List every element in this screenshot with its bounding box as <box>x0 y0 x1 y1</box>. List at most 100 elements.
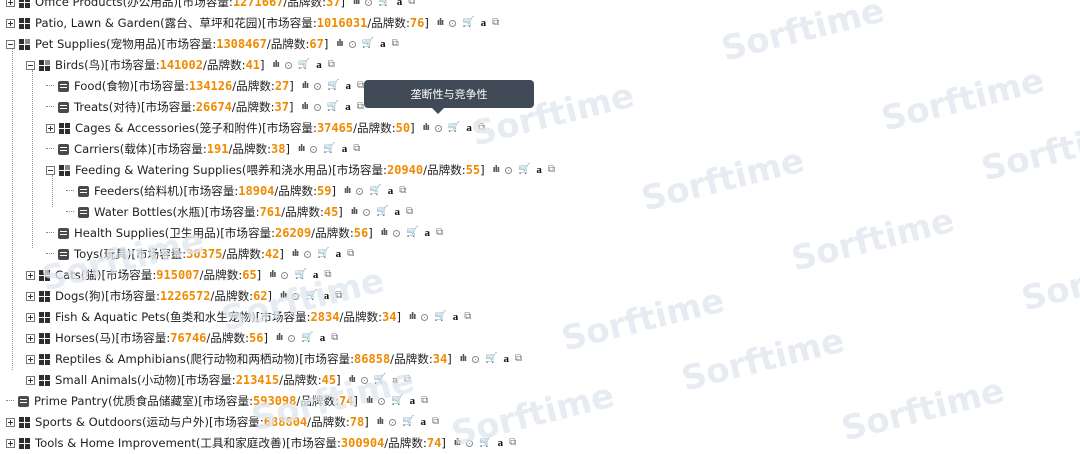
expand-toggle-icon[interactable] <box>46 123 55 133</box>
amazon-icon[interactable]: a <box>346 81 352 92</box>
tree-row[interactable]: Birds(鸟) [市场容量: 141002/品牌数: 41] ılı 🛒 a ⧉ <box>26 55 335 75</box>
expand-toggle-icon[interactable] <box>26 354 35 364</box>
radar-icon[interactable] <box>313 103 321 111</box>
tree-row[interactable]: Feeders(给料机) [市场容量: 18904/品牌数: 59] ılı 🛒 a ⧉ <box>66 181 406 201</box>
category-name[interactable]: Prime Pantry(优质食品储藏室) <box>34 391 198 411</box>
copy-icon[interactable]: ⧉ <box>509 438 516 448</box>
bar-chart-icon[interactable]: ılı <box>298 144 305 154</box>
copy-icon[interactable]: ⧉ <box>492 18 499 28</box>
copy-icon[interactable]: ⧉ <box>324 270 331 280</box>
expand-toggle-icon[interactable] <box>6 18 15 28</box>
bar-chart-icon[interactable]: ılı <box>366 396 373 406</box>
tree-row[interactable]: Carriers(载体) [市场容量: 191/品牌数: 38] ılı 🛒 a ⧉ <box>46 139 360 159</box>
bar-chart-icon[interactable]: ılı <box>301 102 308 112</box>
radar-icon[interactable] <box>389 418 396 426</box>
bar-chart-icon[interactable]: ılı <box>344 186 351 196</box>
bar-chart-icon[interactable]: ılı <box>423 123 430 133</box>
tree-row[interactable]: Treats(对待) [市场容量: 26674/品牌数: 37] ılı 🛒 a ⧉ <box>46 97 364 117</box>
tree-row[interactable]: Food(食物) [市场容量: 134126/品牌数: 27] ılı 🛒 a ⧉ <box>46 76 364 96</box>
copy-icon[interactable]: ⧉ <box>464 312 471 322</box>
radar-icon[interactable] <box>466 439 474 447</box>
radar-icon[interactable] <box>292 292 300 300</box>
cart-icon[interactable]: 🛒 <box>462 18 474 28</box>
copy-icon[interactable]: ⧉ <box>357 102 364 112</box>
cart-icon[interactable]: 🛒 <box>376 207 388 217</box>
category-name[interactable]: Toys(玩具) <box>74 244 131 264</box>
amazon-icon[interactable]: a <box>453 312 459 323</box>
cart-icon[interactable]: 🛒 <box>369 186 381 196</box>
category-name[interactable]: Reptiles & Amphibians(爬行动物和两栖动物) <box>55 349 299 369</box>
bar-chart-icon[interactable]: ılı <box>437 18 444 28</box>
cart-icon[interactable]: 🛒 <box>298 60 310 70</box>
expand-toggle-icon[interactable] <box>26 291 35 301</box>
bar-chart-icon[interactable]: ılı <box>377 417 384 427</box>
bar-chart-icon[interactable]: ılı <box>351 207 358 217</box>
expand-toggle-icon[interactable] <box>26 312 35 322</box>
cart-icon[interactable]: 🛒 <box>448 123 460 133</box>
amazon-icon[interactable]: a <box>345 102 351 113</box>
tree-row[interactable]: Tools & Home Improvement(工具和家庭改善) [市场容量:… <box>6 433 516 453</box>
cart-icon[interactable]: 🛒 <box>485 354 497 364</box>
radar-icon[interactable] <box>360 376 368 384</box>
radar-icon[interactable] <box>288 334 296 342</box>
expand-toggle-icon[interactable] <box>26 270 35 280</box>
radar-icon[interactable] <box>348 40 356 48</box>
radar-icon[interactable] <box>356 187 364 195</box>
tree-row[interactable]: Dogs(狗) [市场容量: 1226572/品牌数: 62] ılı 🛒 a ⧉ <box>26 286 342 306</box>
cart-icon[interactable]: 🛒 <box>434 312 446 322</box>
radar-icon[interactable] <box>472 355 480 363</box>
bar-chart-icon[interactable]: ılı <box>292 249 299 259</box>
copy-icon[interactable]: ⧉ <box>404 375 411 385</box>
radar-icon[interactable] <box>314 82 322 90</box>
copy-icon[interactable]: ⧉ <box>515 354 522 364</box>
tree-row[interactable]: Sports & Outdoors(运动与户外) [市场容量: 688804/品牌… <box>6 412 439 432</box>
cart-icon[interactable]: 🛒 <box>323 144 335 154</box>
tree-row[interactable]: Water Bottles(水瓶) [市场容量: 761/品牌数: 45] ılı 🛒 a… <box>66 202 413 222</box>
copy-icon[interactable]: ⧉ <box>421 396 428 406</box>
tree-row[interactable]: Office Products(办公用品) [市场容量: 1271667/品牌数:… <box>6 0 415 12</box>
cart-icon[interactable]: 🛒 <box>362 39 374 49</box>
copy-icon[interactable]: ⧉ <box>399 186 406 196</box>
amazon-icon[interactable]: a <box>395 207 401 218</box>
amazon-icon[interactable]: a <box>503 354 509 365</box>
category-name[interactable]: Treats(对待) <box>74 97 141 117</box>
amazon-icon[interactable]: a <box>320 333 326 344</box>
copy-icon[interactable]: ⧉ <box>392 39 399 49</box>
category-name[interactable]: Fish & Aquatic Pets(鱼类和水生宠物) <box>55 307 256 327</box>
bar-chart-icon[interactable]: ılı <box>280 291 287 301</box>
category-name[interactable]: Food(食物) <box>74 76 134 96</box>
amazon-icon[interactable]: a <box>536 165 542 176</box>
copy-icon[interactable]: ⧉ <box>436 228 443 238</box>
amazon-icon[interactable]: a <box>397 0 403 8</box>
category-name[interactable]: Feeding & Watering Supplies(喂养和浇水用品) <box>75 160 332 180</box>
bar-chart-icon[interactable]: ılı <box>353 0 360 7</box>
cart-icon[interactable]: 🛒 <box>402 417 414 427</box>
cart-icon[interactable]: 🛒 <box>301 333 313 343</box>
bar-chart-icon[interactable]: ılı <box>409 312 416 322</box>
category-name[interactable]: Office Products(办公用品) <box>35 0 178 12</box>
cart-icon[interactable]: 🛒 <box>294 270 306 280</box>
bar-chart-icon[interactable]: ılı <box>381 228 388 238</box>
tree-row[interactable]: Fish & Aquatic Pets(鱼类和水生宠物) [市场容量: 2834/… <box>26 307 471 327</box>
category-name[interactable]: Water Bottles(水瓶) <box>94 202 205 222</box>
copy-icon[interactable]: ⧉ <box>353 144 360 154</box>
cart-icon[interactable]: 🛒 <box>374 375 386 385</box>
copy-icon[interactable]: ⧉ <box>328 60 335 70</box>
expand-toggle-icon[interactable] <box>6 0 15 7</box>
copy-icon[interactable]: ⧉ <box>331 333 338 343</box>
copy-icon[interactable]: ⧉ <box>335 291 342 301</box>
tree-row[interactable]: Feeding & Watering Supplies(喂养和浇水用品) [市场… <box>46 160 555 180</box>
amazon-icon[interactable]: a <box>424 228 430 239</box>
category-name[interactable]: Birds(鸟) <box>55 55 105 75</box>
tree-row[interactable]: Cats(猫) [市场容量: 915007/品牌数: 65] ılı 🛒 a ⧉ <box>26 265 332 285</box>
amazon-icon[interactable]: a <box>342 144 348 155</box>
tree-row[interactable]: Health Supplies(卫生用品) [市场容量: 26209/品牌数: 56… <box>46 223 443 243</box>
expand-toggle-icon[interactable] <box>26 333 35 343</box>
copy-icon[interactable]: ⧉ <box>406 207 413 217</box>
category-name[interactable]: Sports & Outdoors(运动与户外) <box>35 412 209 432</box>
bar-chart-icon[interactable]: ılı <box>460 354 467 364</box>
amazon-icon[interactable]: a <box>410 396 416 407</box>
cart-icon[interactable]: 🛒 <box>406 228 418 238</box>
amazon-icon[interactable]: a <box>313 270 319 281</box>
category-name[interactable]: Carriers(载体) <box>74 139 152 159</box>
